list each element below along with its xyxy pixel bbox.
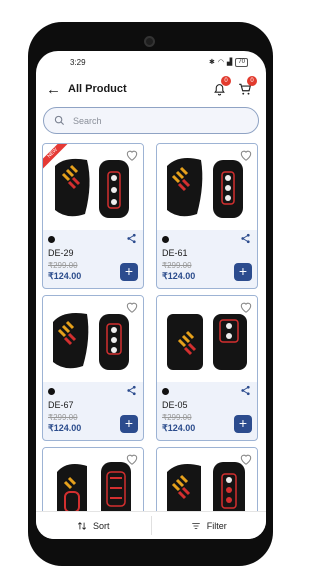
battery-icon: 70 <box>235 57 248 67</box>
heart-icon[interactable] <box>125 300 139 314</box>
share-icon[interactable] <box>240 233 251 244</box>
page-title: All Product <box>68 83 127 95</box>
front-camera <box>144 36 155 47</box>
color-swatch[interactable] <box>48 236 55 243</box>
product-price: ₹124.00 <box>162 271 196 281</box>
sort-label: Sort <box>92 520 110 531</box>
heart-icon[interactable] <box>125 148 139 162</box>
product-code: DE-67 <box>48 400 74 410</box>
add-to-cart-button[interactable]: + <box>120 415 138 433</box>
sort-button[interactable]: Sort <box>36 512 151 539</box>
heart-icon[interactable] <box>239 300 253 314</box>
heart-icon[interactable] <box>125 452 139 466</box>
back-arrow-icon[interactable]: ← <box>46 81 68 98</box>
status-bar: 3:29 ✱ ◠ ▟ 70 <box>36 51 266 73</box>
product-price: ₹124.00 <box>162 423 196 433</box>
cart-button[interactable]: 0 <box>234 76 257 100</box>
product-card[interactable]: DE-05 ₹299.00 ₹124.00 + <box>156 295 258 441</box>
product-card[interactable]: NEW DE-29 ₹299.00 ₹124.00 + <box>42 143 144 289</box>
color-swatch[interactable] <box>48 388 55 395</box>
add-to-cart-button[interactable]: + <box>234 415 252 433</box>
color-swatch[interactable] <box>162 236 169 243</box>
product-code: DE-29 <box>48 248 74 258</box>
heart-icon[interactable] <box>239 452 253 466</box>
filter-label: Filter <box>206 520 227 531</box>
app-bar: ← All Product 0 0 <box>36 75 266 103</box>
search-input[interactable] <box>73 115 248 126</box>
filter-button[interactable]: Filter <box>152 512 267 539</box>
search-bar[interactable] <box>43 107 259 134</box>
product-code: DE-05 <box>162 400 188 410</box>
search-icon <box>54 115 65 126</box>
product-mrp: ₹299.00 <box>48 413 78 422</box>
product-card[interactable]: DE-67 ₹299.00 ₹124.00 + <box>42 295 144 441</box>
share-icon[interactable] <box>240 385 251 396</box>
share-icon[interactable] <box>126 233 137 244</box>
notification-badge: 0 <box>221 76 231 86</box>
product-card[interactable]: DE-61 ₹299.00 ₹124.00 + <box>156 143 258 289</box>
product-mrp: ₹299.00 <box>162 261 192 270</box>
heart-icon[interactable] <box>239 148 253 162</box>
notification-button[interactable]: 0 <box>208 76 231 100</box>
bottom-action-bar: Sort Filter <box>36 511 266 539</box>
product-mrp: ₹299.00 <box>48 261 78 270</box>
product-code: DE-61 <box>162 248 188 258</box>
wifi-icon: ◠ <box>217 59 224 66</box>
sort-icon <box>77 521 87 530</box>
share-icon[interactable] <box>126 385 137 396</box>
filter-icon <box>192 522 200 529</box>
product-price: ₹124.00 <box>48 423 82 433</box>
product-mrp: ₹299.00 <box>162 413 192 422</box>
bluetooth-icon: ✱ <box>208 59 215 66</box>
signal-icon: ▟ <box>226 59 233 66</box>
product-price: ₹124.00 <box>48 271 82 281</box>
status-icons: ✱ ◠ ▟ 70 <box>208 57 248 67</box>
app-screen: 3:29 ✱ ◠ ▟ 70 ← All Product 0 0 Search N… <box>36 51 266 539</box>
status-time: 3:29 <box>70 57 86 67</box>
cart-badge: 0 <box>247 76 257 86</box>
product-grid: NEW DE-29 ₹299.00 ₹124.00 + DE-61 ₹299.0… <box>42 143 260 539</box>
add-to-cart-button[interactable]: + <box>120 263 138 281</box>
add-to-cart-button[interactable]: + <box>234 263 252 281</box>
color-swatch[interactable] <box>162 388 169 395</box>
